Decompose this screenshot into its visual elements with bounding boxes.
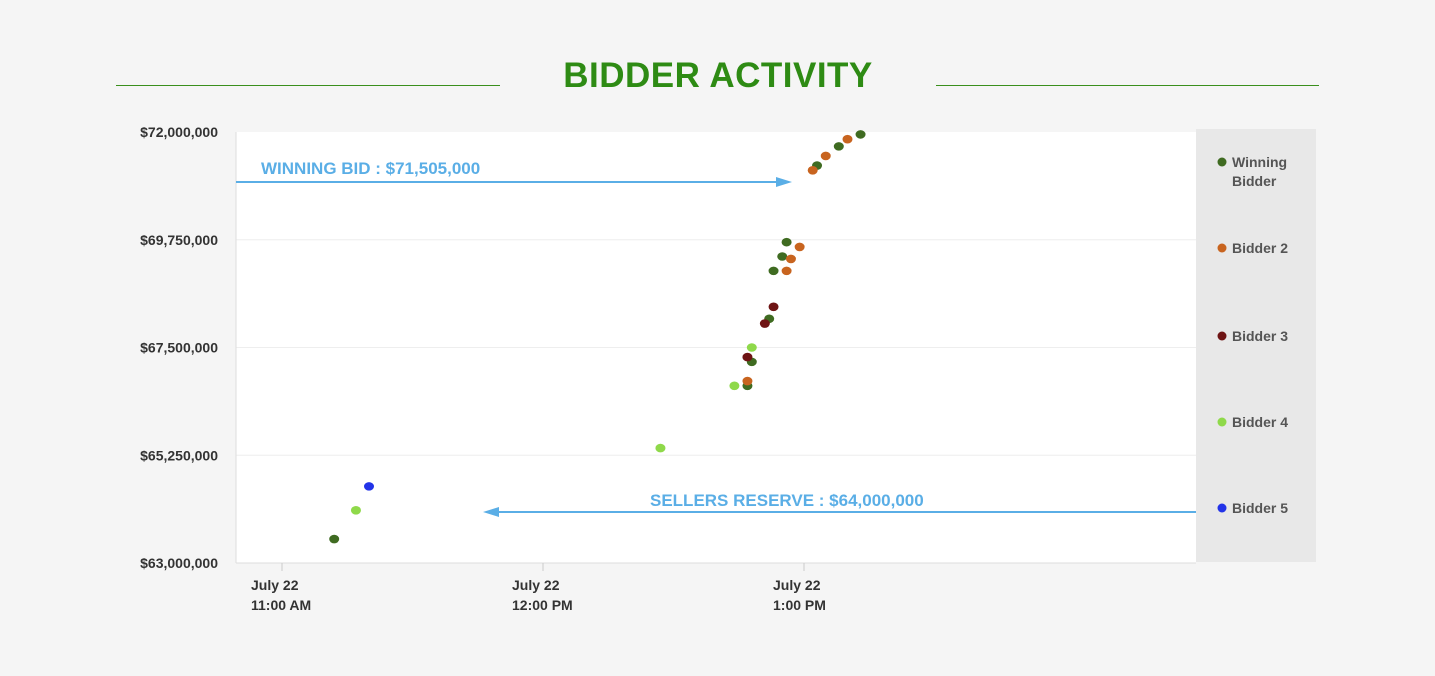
winning-bid-label: WINNING BID : $71,505,000 [261, 159, 480, 178]
y-tick-label: $72,000,000 [140, 124, 218, 140]
x-tick-time: 11:00 AM [251, 597, 311, 613]
y-tick-label: $67,500,000 [140, 340, 218, 356]
legend-label: Winning [1232, 154, 1287, 170]
x-tick-date: July 22 [251, 577, 299, 593]
bid-point [833, 142, 844, 151]
bid-point [759, 319, 770, 328]
bid-point [768, 302, 779, 312]
y-tick-label: $63,000,000 [140, 555, 218, 571]
legend-marker [1217, 503, 1227, 513]
bid-point [807, 166, 818, 175]
legend-label: Bidder 2 [1232, 240, 1288, 256]
x-tick-time: 1:00 PM [773, 597, 826, 613]
x-tick-time: 12:00 PM [512, 597, 573, 613]
bid-point [329, 534, 340, 544]
legend-marker [1217, 243, 1227, 253]
legend-marker [1217, 331, 1227, 341]
bid-point [350, 506, 361, 515]
bid-point [729, 381, 740, 391]
bid-point [794, 242, 805, 252]
legend-label: Bidder 4 [1232, 414, 1288, 430]
y-tick-label: $69,750,000 [140, 232, 218, 248]
x-tick-date: July 22 [773, 577, 821, 593]
bid-point [777, 252, 788, 261]
bid-point [855, 130, 866, 139]
bid-point [785, 254, 796, 264]
bid-point [820, 151, 831, 161]
legend-marker [1217, 157, 1227, 167]
sellers-reserve-label: SELLERS RESERVE : $64,000,000 [650, 491, 924, 510]
bid-point [781, 237, 792, 247]
bidder-activity-chart: $72,000,000 $69,750,000 $67,500,000 $65,250… [140, 124, 1316, 613]
bid-point [842, 134, 853, 144]
legend-marker [1217, 417, 1227, 427]
bid-point [746, 343, 757, 352]
bid-point [768, 266, 779, 276]
chart-stage: BIDDER ACTIVITY $72,000,000 $69,750,000 $6… [0, 0, 1435, 676]
bid-point [781, 266, 792, 276]
legend-label: Bidder 3 [1232, 328, 1288, 344]
bid-point [655, 443, 666, 453]
legend-panel [1196, 129, 1316, 562]
x-tick-date: July 22 [512, 577, 560, 593]
y-tick-label: $65,250,000 [140, 447, 218, 463]
y-axis-ticks: $72,000,000 $69,750,000 $67,500,000 $65,250… [140, 124, 218, 571]
x-axis-ticks: July 22 11:00 AM July 22 12:00 PM July 22 1:0… [251, 563, 826, 613]
bid-point [742, 376, 753, 386]
legend-label: Bidder 5 [1232, 500, 1288, 516]
legend-label-line2: Bidder [1232, 173, 1277, 189]
bid-point [364, 482, 374, 491]
bid-point [742, 352, 753, 362]
